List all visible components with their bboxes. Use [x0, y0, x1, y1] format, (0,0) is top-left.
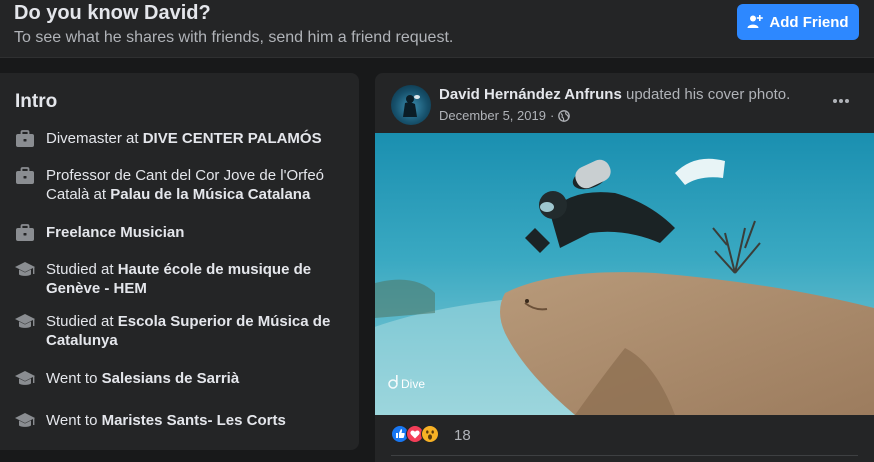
- intro-item-education: Studied at Escola Superior de Música de …: [14, 312, 334, 350]
- underwater-scene-image: Dive: [375, 133, 874, 415]
- reaction-icons[interactable]: [391, 425, 439, 443]
- intro-item-prefix: Studied at: [46, 313, 118, 330]
- more-options-icon: [833, 99, 849, 103]
- briefcase-icon: [16, 167, 34, 184]
- globe-icon: [558, 109, 571, 122]
- post-date[interactable]: December 5, 2019: [439, 108, 546, 123]
- add-friend-label: Add Friend: [769, 13, 849, 31]
- post-options-button[interactable]: [827, 87, 855, 115]
- intro-heading: Intro: [15, 91, 58, 112]
- avatar[interactable]: [391, 85, 431, 125]
- divider: [391, 455, 858, 456]
- graduation-cap-icon: [15, 371, 35, 385]
- banner-subtitle: To see what he shares with friends, send…: [14, 29, 454, 46]
- intro-item-work: Divemaster at DIVE CENTER PALAMÓS: [14, 129, 334, 149]
- post-author-name[interactable]: David Hernández Anfruns: [439, 86, 622, 103]
- graduation-cap-icon: [15, 314, 35, 328]
- intro-item-prefix: Studied at: [46, 261, 118, 278]
- graduation-cap-icon: [15, 262, 35, 276]
- intro-card: Intro Divemaster at DIVE CENTER PALAMÓS …: [0, 73, 359, 450]
- wow-icon: [421, 425, 439, 443]
- intro-item-prefix: Divemaster at: [46, 130, 143, 147]
- photo-watermark: Dive: [401, 377, 425, 391]
- intro-item-education: Went to Maristes Sants- Les Corts: [14, 411, 334, 431]
- briefcase-icon: [16, 130, 34, 147]
- intro-item-place[interactable]: Palau de la Música Catalana: [110, 186, 310, 203]
- reaction-count[interactable]: 18: [454, 427, 471, 444]
- friend-request-banner: Do you know David? To see what he shares…: [0, 0, 874, 58]
- post-card: David Hernández Anfruns updated his cove…: [375, 73, 874, 462]
- intro-item-prefix: Went to: [46, 370, 102, 387]
- banner-title: Do you know David?: [14, 2, 211, 24]
- meta-separator: ·: [549, 108, 555, 123]
- graduation-cap-icon: [15, 413, 35, 427]
- intro-item-place[interactable]: Maristes Sants- Les Corts: [102, 412, 286, 429]
- post-author-line: David Hernández Anfruns updated his cove…: [439, 86, 790, 103]
- add-friend-button[interactable]: Add Friend: [737, 4, 859, 40]
- intro-item-education: Studied at Haute école de musique de Gen…: [14, 260, 334, 298]
- diver-silhouette-icon: [403, 95, 420, 117]
- intro-item-prefix: Went to: [46, 412, 102, 429]
- add-person-icon: [747, 15, 764, 28]
- intro-item-work: Freelance Musician: [14, 223, 334, 243]
- post-meta: December 5, 2019 ·: [439, 108, 571, 123]
- intro-item-work: Professor de Cant del Cor Jove de l'Orfe…: [14, 166, 334, 204]
- cover-photo[interactable]: Dive: [375, 133, 874, 415]
- intro-item-education: Went to Salesians de Sarrià: [14, 369, 334, 389]
- intro-item-place[interactable]: DIVE CENTER PALAMÓS: [143, 130, 322, 147]
- briefcase-icon: [16, 224, 34, 241]
- intro-item-place[interactable]: Salesians de Sarrià: [102, 370, 240, 387]
- intro-item-place[interactable]: Freelance Musician: [46, 224, 184, 241]
- post-action: updated his cover photo.: [621, 86, 791, 103]
